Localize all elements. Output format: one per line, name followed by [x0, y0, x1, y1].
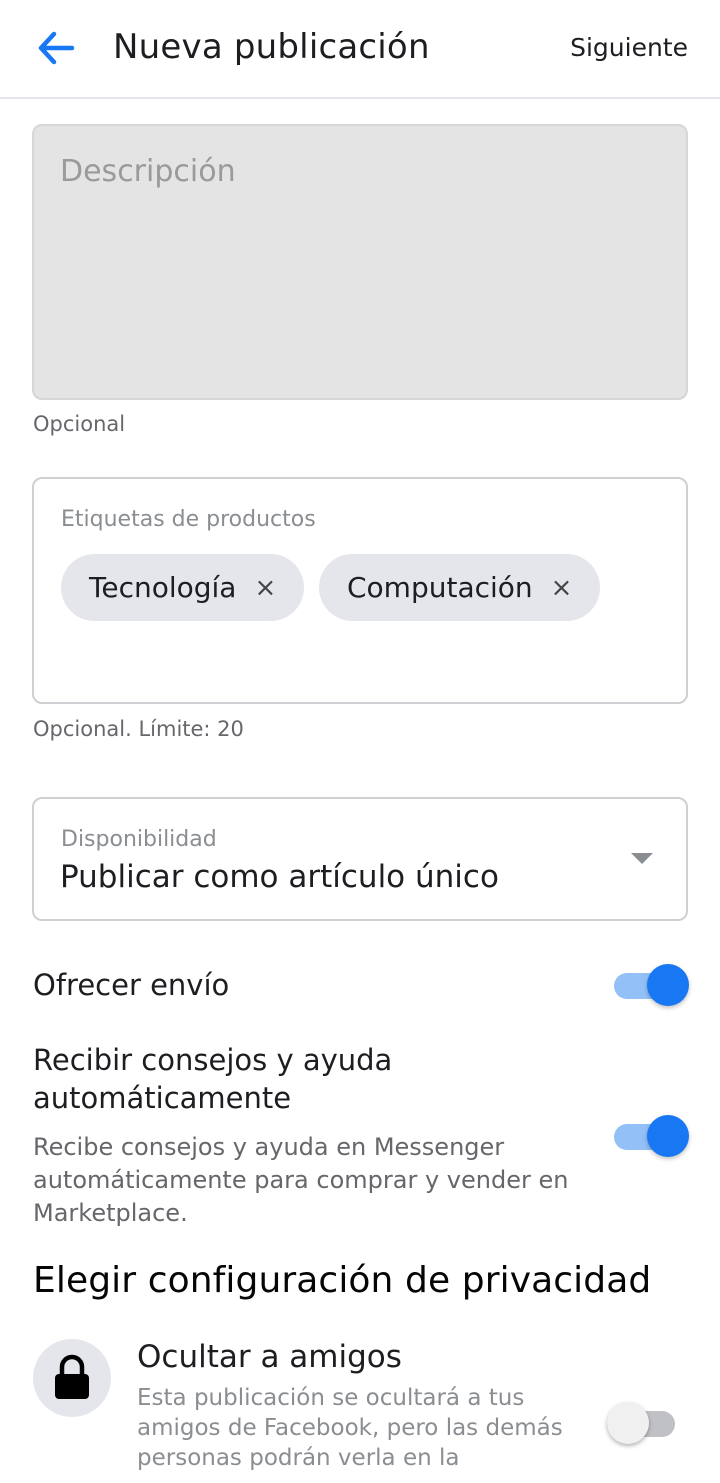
toggle-knob	[647, 964, 689, 1006]
toggle-knob	[647, 1115, 689, 1157]
hide-from-friends-title: Ocultar a amigos	[137, 1339, 402, 1375]
tips-label: Recibir consejos y ayuda automáticamente	[33, 1043, 393, 1115]
availability-value: Publicar como artículo único	[60, 859, 499, 895]
tags-helper-text: Opcional. Límite: 20	[33, 717, 244, 741]
tips-description: Recibe consejos y ayuda en Messenger aut…	[33, 1133, 569, 1227]
tag-chip-label: Computación	[347, 571, 533, 604]
back-button[interactable]	[36, 30, 76, 66]
tag-chip-label: Tecnología	[89, 571, 237, 604]
product-tags-field[interactable]: Etiquetas de productos Tecnología × Comp…	[32, 477, 688, 704]
caret-down-icon	[631, 853, 653, 864]
description-input[interactable]: Descripción	[32, 124, 688, 400]
hide-from-friends-toggle[interactable]	[607, 1402, 681, 1446]
next-button[interactable]: Siguiente	[570, 33, 688, 62]
description-helper-text: Opcional	[33, 412, 126, 436]
tag-chip-computacion[interactable]: Computación ×	[319, 554, 601, 621]
privacy-section-title: Elegir configuración de privacidad	[33, 1260, 652, 1301]
description-placeholder: Descripción	[60, 154, 236, 189]
shipping-toggle[interactable]	[614, 964, 689, 1008]
tips-toggle[interactable]	[614, 1115, 689, 1159]
toggle-knob	[607, 1402, 649, 1444]
product-tags-label: Etiquetas de productos	[61, 507, 316, 532]
availability-label: Disponibilidad	[61, 827, 217, 852]
page-title: Nueva publicación	[113, 27, 430, 67]
new-listing-screen: Nueva publicación Siguiente Descripción …	[0, 0, 720, 1483]
availability-select[interactable]: Disponibilidad Publicar como artículo ún…	[32, 797, 688, 921]
tag-chip-tecnologia[interactable]: Tecnología ×	[61, 554, 305, 621]
hide-from-friends-description: Esta publicación se ocultará a tus amigo…	[137, 1385, 563, 1471]
lock-icon	[55, 1354, 89, 1399]
arrow-left-icon	[38, 31, 75, 65]
top-app-bar: Nueva publicación Siguiente	[0, 0, 720, 99]
remove-tag-icon[interactable]: ×	[551, 573, 573, 603]
shipping-label: Ofrecer envío	[33, 968, 230, 1002]
lock-avatar	[33, 1339, 111, 1417]
remove-tag-icon[interactable]: ×	[254, 573, 276, 603]
